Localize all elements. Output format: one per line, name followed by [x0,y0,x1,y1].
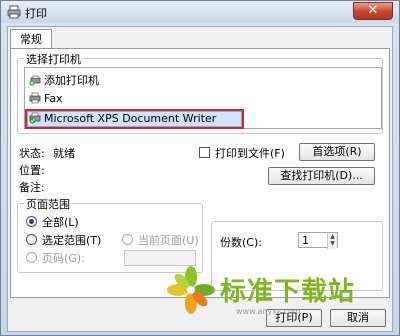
radio-selection[interactable] [26,234,37,245]
spin-up-icon[interactable]: ▲ [328,233,337,240]
status-value: 就绪 [53,147,75,160]
printer-item-label: Microsoft XPS Document Writer [44,112,217,125]
printer-list[interactable]: 添加打印机 Fax Microsoft XPS Document Writer [24,67,382,129]
current-page-label: 当前页面(U) [138,234,199,247]
radio-all-pages[interactable] [26,216,37,227]
selection-label[interactable]: 选定范围(T) [42,232,101,248]
copies-spinner[interactable]: ▲ ▼ [327,233,337,249]
flower-logo-icon [167,266,215,314]
print-to-file-label[interactable]: 打印到文件(F) [215,145,285,161]
all-pages-label[interactable]: 全部(L) [42,214,79,230]
fax-printer-icon [29,92,41,104]
printer-item-label: Fax [44,92,63,105]
spin-down-icon[interactable]: ▼ [328,240,337,247]
tab-general[interactable]: 常规 [10,29,52,49]
comment-label: 备注: [19,181,45,194]
radio-current-page [122,234,133,245]
close-icon: ✕ [367,3,379,18]
watermark-text: 标准下载站 [220,277,356,307]
title-bar[interactable]: 打印 ✕ [1,1,399,23]
copies-value: 1 [302,234,309,247]
printer-item-label: 添加打印机 [44,74,99,87]
status-label: 状态: [19,147,45,160]
printer-icon [7,5,21,19]
printer-check-icon [29,112,41,124]
location-label: 位置: [19,164,45,177]
watermark-url: www.anyxz.com [236,307,301,316]
preferences-button[interactable]: 首选项(R) [299,143,375,161]
copies-input[interactable]: 1 ▲ ▼ [298,232,338,249]
watermark-logo: 标准下载站 www.anyxz.com [166,261,366,317]
select-printer-group: 选择打印机 添加打印机 Fax Microsoft XPS Document W… [17,51,383,134]
select-printer-legend: 选择打印机 [24,51,83,67]
radio-pages [26,252,37,263]
window-title: 打印 [25,7,47,20]
pages-label: 页码(G): [42,252,85,265]
close-button[interactable]: ✕ [353,2,393,20]
add-printer-icon [29,75,41,86]
print-dialog-window: 打印 ✕ 常规 选择打印机 添加打印机 Fax Microsoft XPS Do… [0,0,400,336]
print-to-file-checkbox[interactable] [199,147,210,158]
find-printer-button[interactable]: 查找打印机(D)... [268,167,375,185]
copies-label: 份数(C): [220,236,262,249]
page-range-legend: 页面范围 [24,196,72,212]
